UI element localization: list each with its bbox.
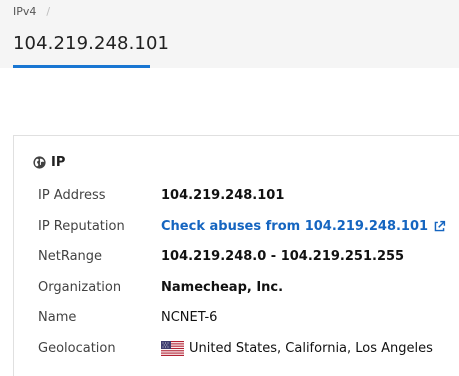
us-flag-icon [161, 340, 184, 356]
ip-info-panel: IP IP Address 104.219.248.101 IP Reputat… [13, 135, 459, 376]
row-name: Name NCNET-6 [38, 307, 217, 327]
row-netrange: NetRange 104.219.248.0 - 104.219.251.255 [38, 246, 404, 266]
label-netrange: NetRange [38, 248, 103, 264]
page-title: 104.219.248.101 [13, 33, 170, 54]
value-ip-address: 104.219.248.101 [161, 187, 285, 203]
globe-icon [33, 156, 46, 169]
breadcrumb: IPv4 / [13, 5, 50, 18]
label-organization: Organization [38, 279, 122, 295]
check-abuses-link-text[interactable]: Check abuses from 104.219.248.101 [161, 219, 428, 234]
panel-title: IP [51, 155, 66, 170]
panel-header: IP [33, 155, 65, 170]
label-name: Name [38, 309, 77, 325]
value-netrange: 104.219.248.0 - 104.219.251.255 [161, 248, 405, 264]
external-link-icon[interactable] [433, 220, 446, 233]
label-geolocation: Geolocation [38, 340, 116, 356]
value-geolocation: United States, California, Los Angeles [161, 340, 433, 356]
label-ip-reputation: IP Reputation [38, 218, 125, 234]
label-ip-address: IP Address [38, 187, 106, 203]
geolocation-text: United States, California, Los Angeles [189, 340, 433, 356]
header-spacer [0, 68, 459, 97]
value-name: NCNET-6 [161, 309, 218, 325]
row-geolocation: Geolocation United States, California, L… [38, 338, 433, 358]
check-abuses-link[interactable]: Check abuses from 104.219.248.101 [161, 219, 446, 234]
breadcrumb-separator: / [46, 5, 51, 18]
value-organization: Namecheap, Inc. [161, 279, 284, 295]
row-ip-address: IP Address 104.219.248.101 [38, 185, 284, 205]
breadcrumb-item-ipv4[interactable]: IPv4 [13, 5, 36, 18]
row-organization: Organization Namecheap, Inc. [38, 277, 283, 297]
row-ip-reputation: IP Reputation Check abuses from 104.219.… [38, 216, 446, 236]
